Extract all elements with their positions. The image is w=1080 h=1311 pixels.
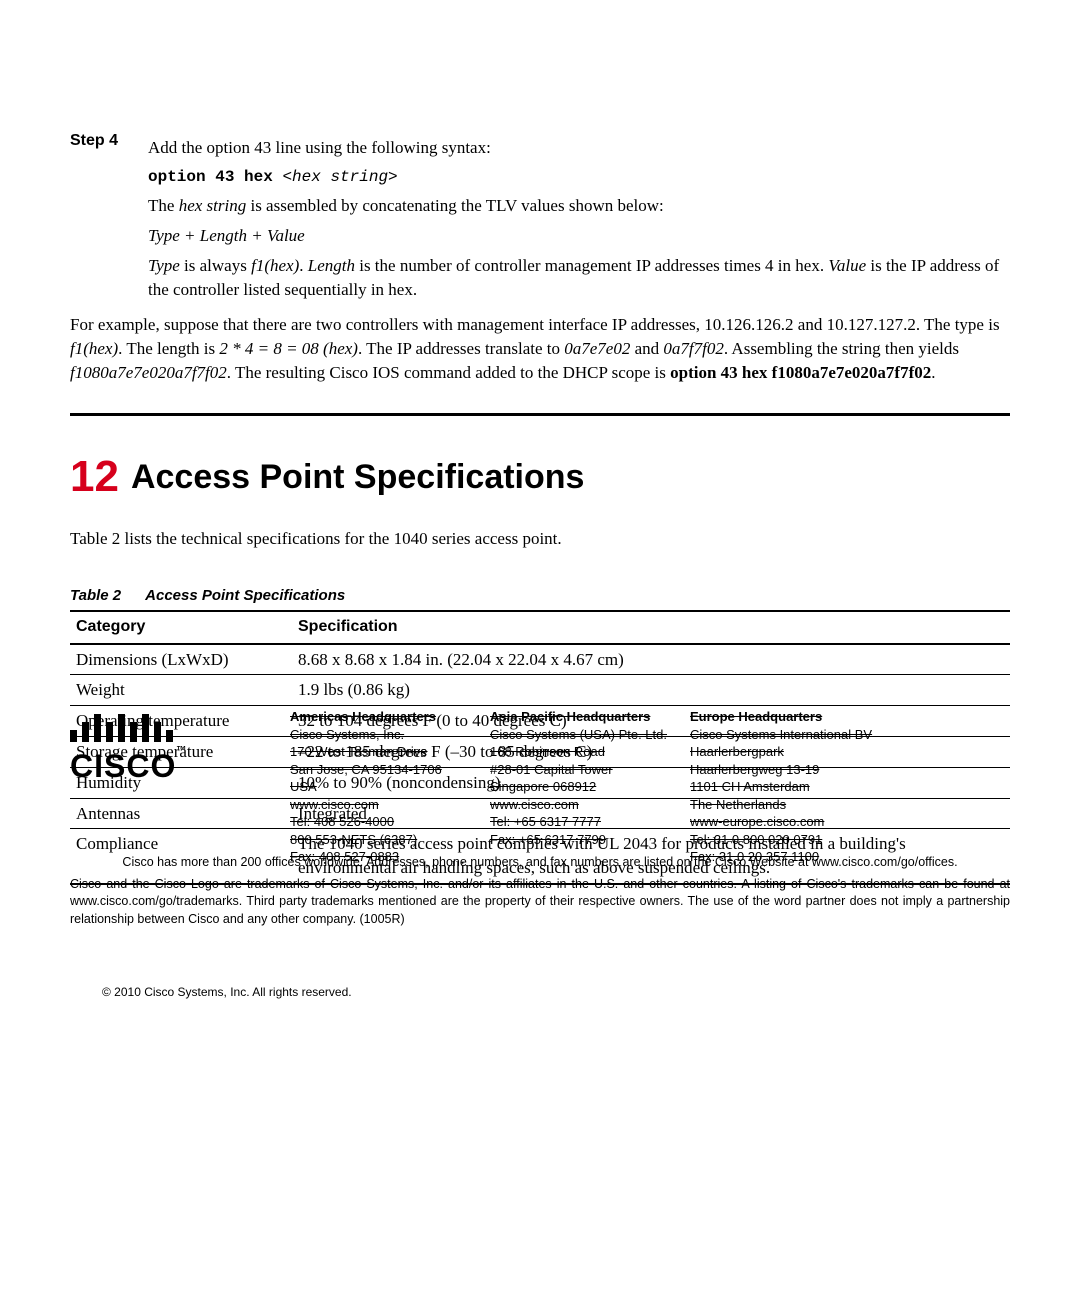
step-formula: Type + Length + Value [148, 224, 1010, 248]
col-specification: Specification [292, 611, 1010, 643]
cell-category: Compliance [70, 829, 292, 884]
cell-category: Humidity [70, 767, 292, 798]
cell-specification: Integrated [292, 798, 1010, 829]
section-intro: Table 2 lists the technical specificatio… [70, 527, 1010, 551]
table-row: Dimensions (LxWxD)8.68 x 8.68 x 1.84 in.… [70, 644, 1010, 675]
section-heading: 12Access Point Specifications [70, 446, 1010, 508]
table-row: AntennasIntegrated [70, 798, 1010, 829]
cell-specification: 8.68 x 8.68 x 1.84 in. (22.04 x 22.04 x … [292, 644, 1010, 675]
cell-category: Weight [70, 675, 292, 706]
col-category: Category [70, 611, 292, 643]
step-4: Step 4 Add the option 43 line using the … [70, 130, 1010, 307]
cell-specification: 10% to 90% (noncondensing) [292, 767, 1010, 798]
cell-specification: The 1040 series access point complies wi… [292, 829, 1010, 884]
table-caption: Table 2Access Point Specifications [70, 585, 1010, 606]
cell-category: Antennas [70, 798, 292, 829]
table-row: Storage temperature–22 to 185 degrees F … [70, 736, 1010, 767]
cell-category: Storage temperature [70, 736, 292, 767]
example-paragraph: For example, suppose that there are two … [70, 313, 1010, 384]
step-text-3: Type is always f1(hex). Length is the nu… [148, 254, 1010, 302]
copyright: © 2010 Cisco Systems, Inc. All rights re… [102, 984, 352, 1001]
cell-category: Dimensions (LxWxD) [70, 644, 292, 675]
cell-specification: 1.9 lbs (0.86 kg) [292, 675, 1010, 706]
specifications-table: Category Specification Dimensions (LxWxD… [70, 610, 1010, 885]
cell-category: Operating temperature [70, 706, 292, 737]
step-text-1: Add the option 43 line using the followi… [148, 136, 1010, 160]
step-code: option 43 hex <hex string> [148, 166, 1010, 188]
table-row: ComplianceThe 1040 series access point c… [70, 829, 1010, 884]
section-divider [70, 413, 1010, 416]
table-row: Weight1.9 lbs (0.86 kg) [70, 675, 1010, 706]
step-text-2: The hex string is assembled by concatena… [148, 194, 1010, 218]
table-row: Humidity10% to 90% (noncondensing) [70, 767, 1010, 798]
table-row: Operating temperature32 to 104 degrees F… [70, 706, 1010, 737]
cell-specification: 32 to 104 degrees F (0 to 40 degrees C) [292, 706, 1010, 737]
step-label: Step 4 [70, 130, 130, 307]
cell-specification: –22 to 185 degrees F (–30 to 85 degrees … [292, 736, 1010, 767]
